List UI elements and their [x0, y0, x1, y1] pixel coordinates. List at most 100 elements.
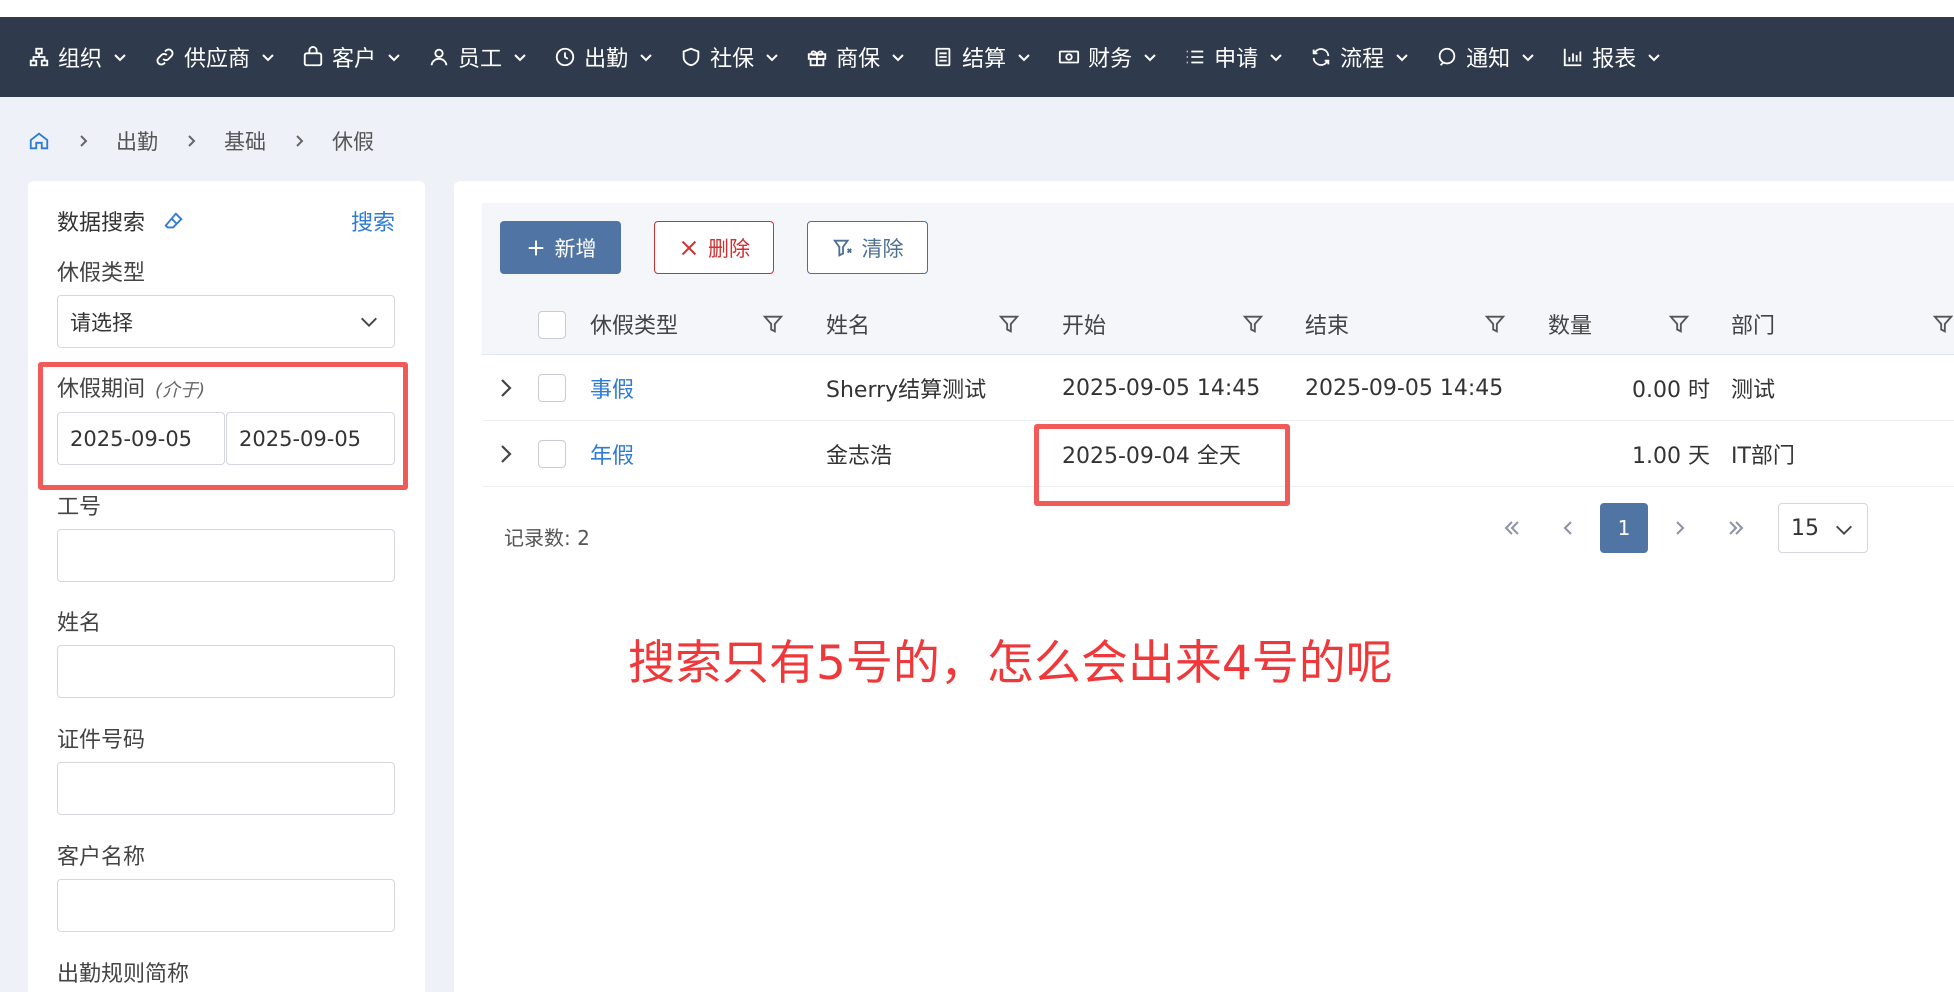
- chevron-right-icon: [184, 134, 198, 148]
- col-type[interactable]: 休假类型: [590, 293, 678, 354]
- leave-type-link[interactable]: 事假: [590, 356, 634, 420]
- highlight-box-period: [38, 362, 408, 490]
- nav-label: 结算: [962, 47, 1007, 72]
- clock-icon: [554, 46, 576, 68]
- col-name[interactable]: 姓名: [826, 293, 870, 354]
- cell-dept: 测试: [1731, 378, 1776, 403]
- refresh-icon: [1310, 46, 1332, 68]
- filter-icon[interactable]: [1484, 313, 1506, 335]
- search-header: 数据搜索 搜索: [57, 205, 395, 237]
- user-icon: [428, 46, 450, 68]
- filter-icon[interactable]: [998, 313, 1020, 335]
- table-row[interactable]: 事假 Sherry结算测试 2025-09-05 14:45 2025-09-0…: [482, 356, 1954, 421]
- filter-icon[interactable]: [1668, 313, 1690, 335]
- plus-icon: [528, 240, 543, 255]
- nav-employee[interactable]: 员工: [428, 41, 528, 73]
- name-input[interactable]: [57, 645, 395, 698]
- cell-start: 2025-09-05 14:45: [1062, 375, 1261, 401]
- gift-icon: [806, 46, 828, 68]
- chevron-down-icon: [1394, 49, 1410, 65]
- add-button-label: 新增: [554, 236, 597, 261]
- chevron-right-icon: [292, 134, 306, 148]
- nav-report[interactable]: 报表: [1562, 41, 1662, 73]
- chevron-down-icon: [764, 49, 780, 65]
- delete-button-label: 删除: [708, 236, 750, 261]
- prev-page-button[interactable]: [1544, 503, 1592, 553]
- nav-label: 出勤: [584, 47, 629, 72]
- chevrons-left-icon: [1504, 521, 1519, 535]
- record-count: 记录数: 2: [504, 525, 590, 550]
- emp-no-input[interactable]: [57, 529, 395, 582]
- nav-commercial-insurance[interactable]: 商保: [806, 41, 906, 73]
- search-title: 数据搜索: [57, 211, 146, 236]
- chevron-down-icon: [1646, 49, 1662, 65]
- nav-settlement[interactable]: 结算: [932, 41, 1032, 73]
- nav-customer[interactable]: 客户: [302, 41, 402, 73]
- col-dept[interactable]: 部门: [1731, 293, 1775, 354]
- main-panel: 新增 删除 清除 休假类型 姓名 开始 结束 数量 部门 事假 Sherry结算…: [454, 181, 1954, 992]
- nav-label: 通知: [1466, 47, 1511, 72]
- nav-org[interactable]: 组织: [28, 41, 128, 73]
- chevron-left-icon: [1563, 521, 1572, 535]
- cell-end: 2025-09-05 14:45: [1305, 375, 1504, 401]
- search-button[interactable]: 搜索: [351, 205, 395, 237]
- filter-icon[interactable]: [1242, 313, 1264, 335]
- name-label: 姓名: [57, 611, 102, 636]
- page-button-current[interactable]: 1: [1600, 503, 1648, 553]
- chevron-down-icon: [386, 49, 402, 65]
- col-end[interactable]: 结束: [1305, 293, 1349, 354]
- breadcrumb-attendance[interactable]: 出勤: [116, 126, 158, 156]
- chevron-right-icon[interactable]: [496, 442, 516, 466]
- col-start[interactable]: 开始: [1062, 293, 1106, 354]
- chevron-down-icon: [638, 49, 654, 65]
- chevron-right-icon[interactable]: [496, 376, 516, 400]
- filter-icon[interactable]: [762, 313, 784, 335]
- customer-input[interactable]: [57, 879, 395, 932]
- chevron-down-icon: [361, 317, 377, 327]
- eraser-icon[interactable]: [163, 210, 185, 232]
- clear-filter-button[interactable]: 清除: [807, 221, 928, 274]
- leave-type-select[interactable]: 请选择: [57, 295, 395, 348]
- chevron-down-icon: [1268, 49, 1284, 65]
- nav-label: 申请: [1214, 47, 1259, 72]
- add-button[interactable]: 新增: [500, 221, 621, 274]
- first-page-button[interactable]: [1488, 503, 1536, 553]
- filter-icon[interactable]: [1932, 313, 1954, 335]
- search-sidebar: 数据搜索 搜索 休假类型 请选择 休假期间 (介于) 2025-09-05 202…: [28, 181, 425, 992]
- next-page-button[interactable]: [1656, 503, 1704, 553]
- shield-icon: [680, 46, 702, 68]
- last-page-button[interactable]: [1712, 503, 1760, 553]
- nav-label: 报表: [1592, 47, 1637, 72]
- chevron-down-icon: [260, 49, 276, 65]
- row-checkbox[interactable]: [538, 374, 566, 402]
- chevron-down-icon: [112, 49, 128, 65]
- nav-notification[interactable]: 通知: [1436, 41, 1536, 73]
- nav-social-insurance[interactable]: 社保: [680, 41, 780, 73]
- cell-qty: 1.00 天: [1632, 444, 1710, 469]
- link-icon: [154, 46, 176, 68]
- leave-type-link[interactable]: 年假: [590, 422, 634, 486]
- nav-label: 社保: [710, 47, 755, 72]
- breadcrumb-leave: 休假: [332, 130, 374, 154]
- top-navbar: 组织 供应商 客户 员工 出勤 社保 商保 结算 财务 申请 流程 通知 报表: [0, 17, 1954, 97]
- chat-icon: [1436, 46, 1458, 68]
- nav-supplier[interactable]: 供应商: [154, 41, 276, 73]
- nav-workflow[interactable]: 流程: [1310, 41, 1410, 73]
- nav-label: 商保: [836, 47, 881, 72]
- breadcrumb-basic[interactable]: 基础: [224, 126, 266, 156]
- col-qty[interactable]: 数量: [1548, 293, 1592, 354]
- chevron-down-icon: [1836, 525, 1852, 535]
- id-no-input[interactable]: [57, 762, 395, 815]
- home-icon[interactable]: [28, 130, 50, 152]
- nav-label: 员工: [458, 47, 503, 72]
- page-size-select[interactable]: 15: [1778, 503, 1868, 553]
- cell-name: Sherry结算测试: [826, 378, 987, 403]
- table-header: 休假类型 姓名 开始 结束 数量 部门: [482, 293, 1954, 355]
- nav-finance[interactable]: 财务: [1058, 41, 1158, 73]
- nav-attendance[interactable]: 出勤: [554, 41, 654, 73]
- row-checkbox[interactable]: [538, 440, 566, 468]
- nav-application[interactable]: 申请: [1184, 41, 1284, 73]
- delete-button[interactable]: 删除: [654, 221, 774, 274]
- bag-icon: [302, 46, 324, 68]
- select-all-checkbox[interactable]: [538, 311, 566, 339]
